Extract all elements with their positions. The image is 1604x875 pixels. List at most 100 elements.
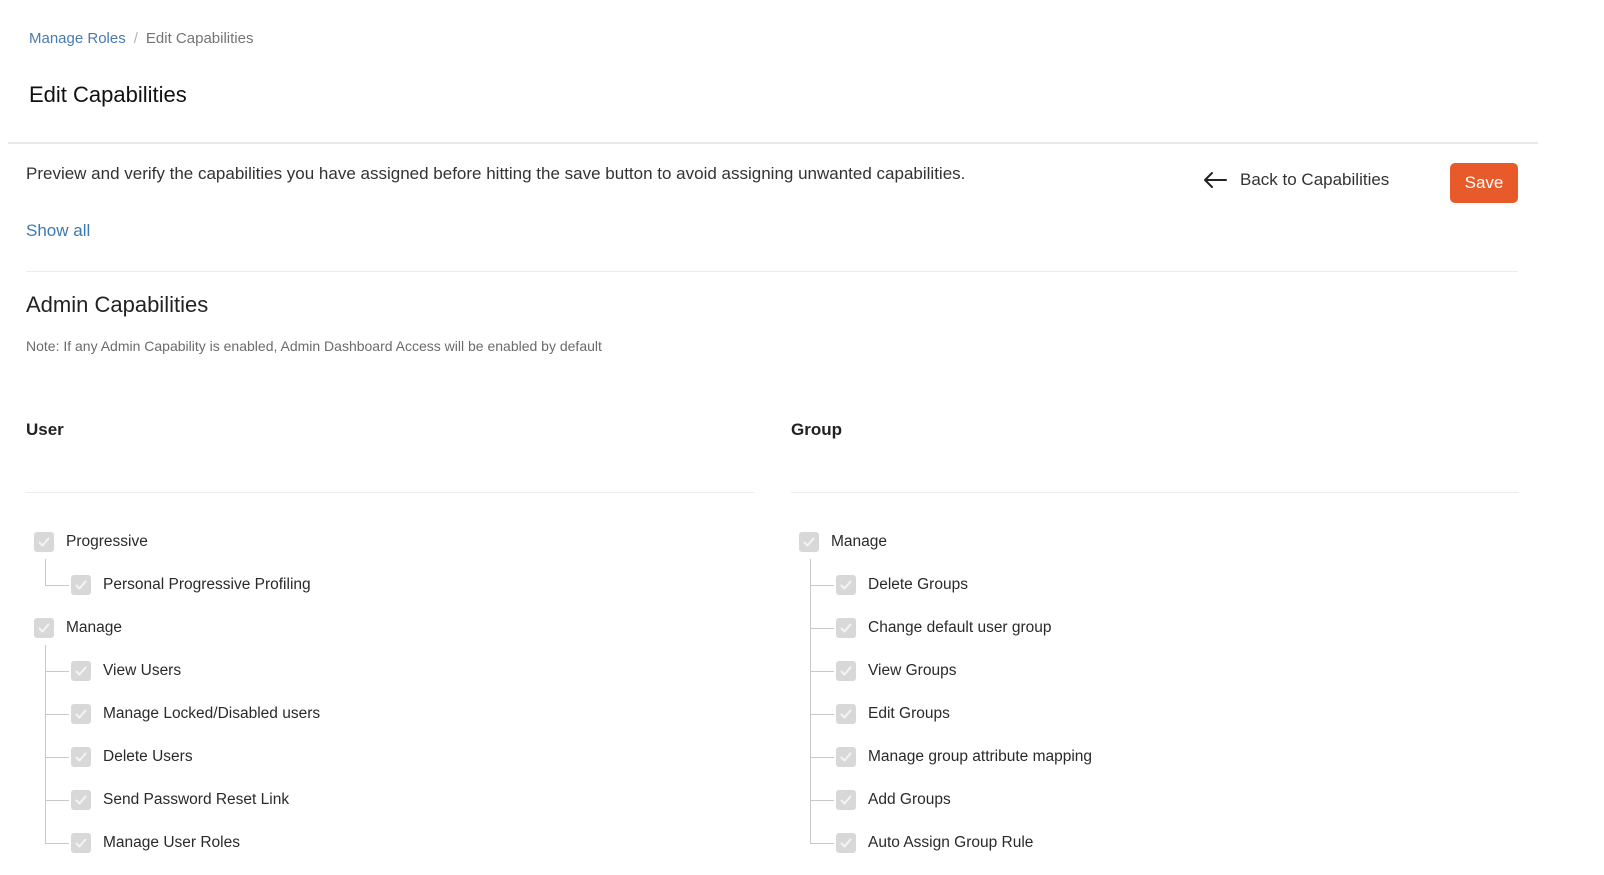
checkmark-icon: [840, 838, 852, 848]
tree-branch-line: [810, 585, 834, 586]
checkbox[interactable]: [34, 618, 54, 638]
capability-item: Auto Assign Group Rule: [791, 832, 1519, 875]
checkmark-icon: [840, 709, 852, 719]
capability-item: Edit Groups: [791, 703, 1519, 746]
capability-group-label: Progressive: [66, 533, 148, 550]
checkbox[interactable]: [71, 747, 91, 767]
checkbox[interactable]: [71, 575, 91, 595]
group-capabilities-column: Group Manage Delete Groups Change default …: [791, 420, 1519, 875]
capability-label: Edit Groups: [868, 705, 950, 722]
admin-capabilities-title: Admin Capabilities: [26, 292, 209, 317]
checkmark-icon: [75, 580, 87, 590]
back-label: Back to Capabilities: [1240, 170, 1390, 189]
tree-vertical-line: [45, 559, 46, 586]
capability-item: Delete Users: [26, 746, 754, 789]
capability-label: Delete Groups: [868, 576, 968, 593]
checkmark-icon: [75, 795, 87, 805]
page-title: Edit Capabilities: [29, 82, 187, 107]
capability-item: View Groups: [791, 660, 1519, 703]
user-column-title: User: [26, 420, 64, 439]
checkmark-icon: [840, 666, 852, 676]
capability-label: Auto Assign Group Rule: [868, 834, 1034, 851]
capability-label: Add Groups: [868, 791, 951, 808]
capability-item: Manage group attribute mapping: [791, 746, 1519, 789]
user-capability-tree: Progressive Personal Progressive Profilin…: [26, 531, 754, 875]
tree-branch-line: [45, 671, 69, 672]
checkmark-icon: [840, 795, 852, 805]
checkmark-icon: [840, 623, 852, 633]
header-divider: [8, 142, 1538, 144]
checkbox[interactable]: [71, 790, 91, 810]
checkbox[interactable]: [836, 575, 856, 595]
capability-label: Manage group attribute mapping: [868, 748, 1093, 765]
checkmark-icon: [38, 623, 50, 633]
tree-branch-line: [810, 800, 834, 801]
capability-label: View Users: [103, 662, 182, 679]
capability-label: Manage Locked/Disabled users: [103, 705, 321, 722]
capability-group: Progressive: [26, 531, 754, 574]
checkmark-icon: [75, 838, 87, 848]
capability-item: Manage User Roles: [26, 832, 754, 875]
tree-branch-line: [45, 843, 69, 844]
checkmark-icon: [840, 580, 852, 590]
group-capability-tree: Manage Delete Groups Change default user g…: [791, 531, 1519, 875]
checkmark-icon: [803, 537, 815, 547]
checkbox[interactable]: [799, 532, 819, 552]
group-column-divider: [791, 492, 1519, 493]
capability-label: Change default user group: [868, 619, 1052, 636]
show-all-link[interactable]: Show all: [26, 221, 90, 241]
breadcrumb: Manage Roles / Edit Capabilities: [29, 30, 253, 47]
capability-label: Send Password Reset Link: [103, 791, 290, 808]
user-capabilities-column: User Progressive Personal Progressive Pro…: [26, 420, 754, 875]
capability-item: Manage Locked/Disabled users: [26, 703, 754, 746]
tree-branch-line: [810, 671, 834, 672]
tree-branch-line: [45, 585, 69, 586]
tree-vertical-line: [45, 645, 46, 844]
save-button[interactable]: Save: [1450, 163, 1518, 203]
capability-item: Change default user group: [791, 617, 1519, 660]
tree-branch-line: [45, 757, 69, 758]
tree-branch-line: [810, 628, 834, 629]
checkbox[interactable]: [71, 833, 91, 853]
capability-group-label: Manage: [66, 619, 123, 636]
checkbox[interactable]: [836, 790, 856, 810]
checkbox[interactable]: [836, 618, 856, 638]
tree-branch-line: [45, 800, 69, 801]
tree-vertical-line: [810, 559, 811, 844]
checkmark-icon: [75, 666, 87, 676]
breadcrumb-current: Edit Capabilities: [145, 30, 254, 47]
arrow-left-icon: [1204, 172, 1227, 188]
capability-label: Personal Progressive Profiling: [103, 576, 311, 593]
group-column-title: Group: [791, 420, 842, 439]
tree-branch-line: [810, 757, 834, 758]
capability-label: View Groups: [868, 662, 957, 679]
capability-group: Manage: [26, 617, 754, 660]
user-column-divider: [26, 492, 754, 493]
checkmark-icon: [75, 752, 87, 762]
checkbox[interactable]: [71, 704, 91, 724]
checkbox[interactable]: [836, 704, 856, 724]
capability-group-label: Manage: [831, 533, 888, 550]
capability-label: Manage User Roles: [103, 834, 240, 851]
capability-label: Delete Users: [103, 748, 193, 765]
breadcrumb-separator: /: [133, 30, 138, 47]
tree-branch-line: [810, 843, 834, 844]
checkbox[interactable]: [34, 532, 54, 552]
capability-item: View Users: [26, 660, 754, 703]
checkmark-icon: [840, 752, 852, 762]
capability-item: Personal Progressive Profiling: [26, 574, 754, 617]
breadcrumb-manage-roles[interactable]: Manage Roles: [29, 30, 126, 47]
checkbox[interactable]: [836, 833, 856, 853]
capability-item: Delete Groups: [791, 574, 1519, 617]
checkbox[interactable]: [836, 747, 856, 767]
section-divider: [26, 271, 1518, 272]
checkbox[interactable]: [71, 661, 91, 681]
checkmark-icon: [38, 537, 50, 547]
capability-group: Manage: [791, 531, 1519, 574]
capability-item: Send Password Reset Link: [26, 789, 754, 832]
admin-capabilities-note: Note: If any Admin Capability is enabled…: [26, 338, 602, 354]
intro-text: Preview and verify the capabilities you …: [26, 164, 966, 183]
back-to-capabilities-link[interactable]: Back to Capabilities: [1202, 170, 1389, 190]
checkmark-icon: [75, 709, 87, 719]
checkbox[interactable]: [836, 661, 856, 681]
